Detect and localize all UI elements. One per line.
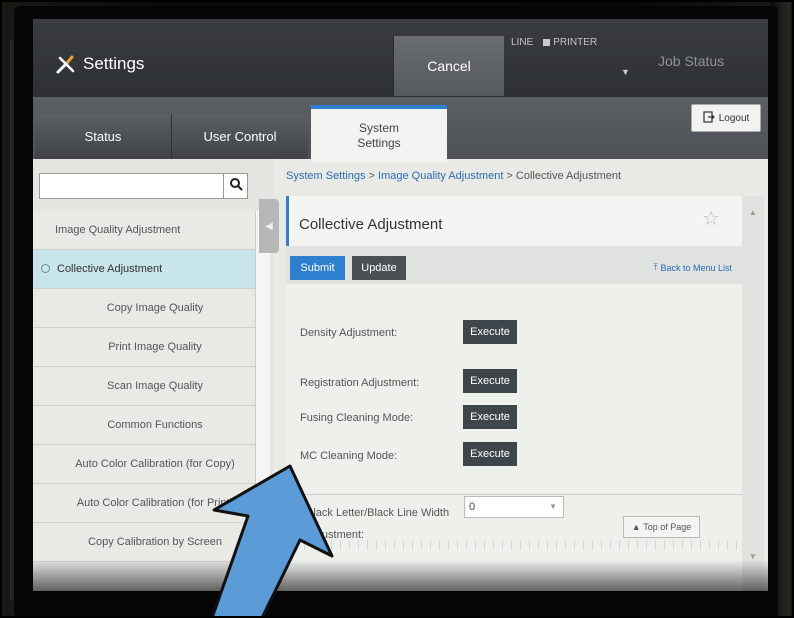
wrench-icon	[55, 53, 77, 75]
screen-bottom-shadow	[33, 560, 768, 592]
breadcrumb-current: Collective Adjustment	[515, 170, 622, 182]
fusing-cleaning-label: Fusing Cleaning Mode:	[300, 412, 414, 424]
mc-cleaning-label: MC Cleaning Mode:	[300, 450, 398, 462]
scroll-up-icon[interactable]: ▲	[742, 208, 764, 217]
collapse-sidebar-handle[interactable]: ◀	[259, 199, 279, 253]
tab-status[interactable]: Status	[35, 114, 171, 159]
printer-indicator-icon	[543, 38, 551, 46]
indicator-line: LINE	[511, 37, 534, 48]
main-scrollbar[interactable]: ▲ ▼	[742, 196, 764, 591]
sidebar-item-copy-calibration-by-screen[interactable]: Copy Calibration by Screen	[33, 523, 255, 562]
settings-title: Settings	[55, 53, 144, 75]
collapse-left-icon: ◀	[265, 220, 273, 232]
panel-header: Collective Adjustment ☆	[286, 196, 742, 246]
bottom-ruler	[286, 540, 742, 550]
job-status-button[interactable]: Job Status	[658, 53, 724, 69]
back-to-top-icon: ⤒	[653, 262, 658, 272]
logout-icon	[703, 110, 715, 126]
section-divider	[286, 494, 742, 495]
star-icon[interactable]: ☆	[702, 206, 720, 231]
status-indicators: LINE PRINTER	[511, 37, 597, 48]
logout-button[interactable]: Logout	[691, 104, 761, 132]
search-button[interactable]	[224, 173, 248, 199]
search-icon	[229, 177, 243, 196]
tab-user-control[interactable]: User Control	[171, 114, 308, 159]
top-of-page-button[interactable]: ▲ Top of Page	[623, 516, 700, 538]
sidebar-scrollbar[interactable]: ▲	[255, 211, 270, 591]
density-execute-button[interactable]: Execute	[463, 320, 517, 344]
chevron-down-icon: ▼	[621, 67, 630, 77]
breadcrumb-system-settings[interactable]: System Settings	[286, 170, 365, 182]
sidebar-item-collective-adjustment[interactable]: Collective Adjustment	[33, 250, 255, 289]
black-line-width-select[interactable]: 0 ▼	[464, 496, 564, 518]
submit-button[interactable]: Submit	[290, 256, 345, 280]
arrow-up-icon: ▲	[631, 522, 644, 532]
sidebar-item-scan-image-quality[interactable]: Scan Image Quality	[33, 367, 255, 406]
back-to-menu-link[interactable]: ⤒ Back to Menu List	[653, 262, 732, 273]
update-button[interactable]: Update	[352, 256, 406, 280]
sidebar-item-common-functions[interactable]: Common Functions	[33, 406, 255, 445]
sidebar-list: Image Quality Adjustment Collective Adju…	[33, 211, 255, 562]
fusing-execute-button[interactable]: Execute	[463, 405, 517, 429]
tab-system-settings[interactable]: System Settings	[311, 105, 447, 163]
mc-execute-button[interactable]: Execute	[463, 442, 517, 466]
sidebar: Image Quality Adjustment Collective Adju…	[33, 159, 273, 591]
chevron-down-icon: ▼	[549, 502, 557, 511]
density-adjustment-label: Density Adjustment:	[300, 327, 398, 339]
sidebar-item-auto-color-calibration-print[interactable]: Auto Color Calibration (for Print)	[33, 484, 255, 523]
breadcrumb: System Settings > Image Quality Adjustme…	[286, 170, 622, 182]
sidebar-item-image-quality-adjustment[interactable]: Image Quality Adjustment	[33, 211, 255, 250]
cancel-button[interactable]: Cancel	[393, 36, 504, 96]
tab-system-line1: System	[358, 121, 399, 135]
breadcrumb-image-quality[interactable]: Image Quality Adjustment	[378, 170, 503, 182]
main-panel: Collective Adjustment ☆ Submit Update ⤒ …	[286, 196, 742, 591]
active-indicator-icon	[41, 264, 50, 273]
indicator-printer: PRINTER	[543, 37, 597, 48]
sidebar-item-copy-image-quality[interactable]: Copy Image Quality	[33, 289, 255, 328]
panel-title: Collective Adjustment	[299, 216, 443, 233]
search-input[interactable]	[39, 173, 224, 199]
tab-system-line2: Settings	[357, 136, 401, 150]
sidebar-item-auto-color-calibration-copy[interactable]: Auto Color Calibration (for Copy)	[33, 445, 255, 484]
device-screen: Settings Cancel LINE PRINTER ▼ Job Statu…	[33, 19, 768, 591]
photo-background: Settings Cancel LINE PRINTER ▼ Job Statu…	[0, 0, 794, 618]
panel-toolbar: Submit Update ⤒ Back to Menu List	[286, 246, 742, 284]
registration-adjustment-label: Registration Adjustment:	[300, 377, 420, 389]
header-bar: Settings Cancel LINE PRINTER ▼ Job Statu…	[33, 19, 768, 97]
registration-execute-button[interactable]: Execute	[463, 369, 517, 393]
sidebar-item-print-image-quality[interactable]: Print Image Quality	[33, 328, 255, 367]
page-title: Settings	[83, 54, 145, 73]
